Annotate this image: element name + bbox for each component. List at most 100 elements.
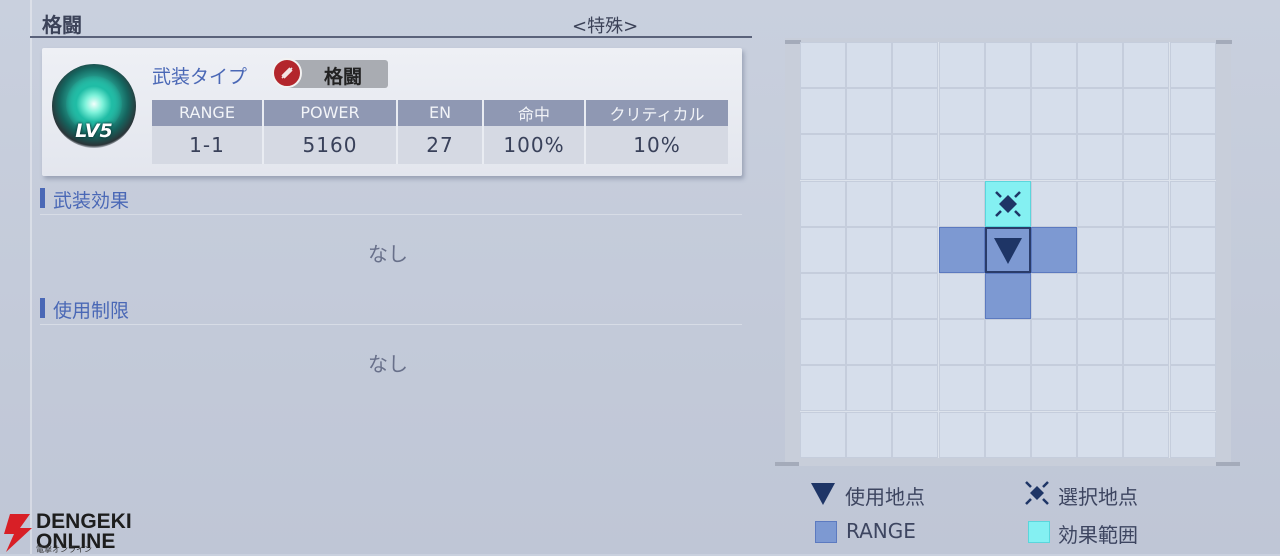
grid-cell[interactable] <box>892 42 939 88</box>
grid-cell[interactable] <box>1031 411 1077 458</box>
grid-cell[interactable] <box>1031 365 1077 412</box>
grid-cell[interactable] <box>892 226 939 273</box>
grid-cell[interactable] <box>1077 226 1124 273</box>
grid-cell-select-point[interactable] <box>984 180 1031 227</box>
grid-cell[interactable] <box>938 273 985 319</box>
grid-cell[interactable] <box>938 319 985 366</box>
grid-cell-range[interactable] <box>1031 226 1077 273</box>
grid-cell[interactable] <box>984 134 1031 181</box>
effect-section-value: なし <box>368 242 408 266</box>
grid-cell[interactable] <box>984 365 1031 412</box>
grid-cell[interactable] <box>1169 273 1216 319</box>
panel-edge <box>30 0 32 554</box>
grid-cell[interactable] <box>1077 180 1124 227</box>
grid-cell[interactable] <box>846 226 893 273</box>
grid-cell[interactable] <box>938 42 985 88</box>
grid-cell[interactable] <box>938 134 985 181</box>
grid-cell[interactable] <box>1169 180 1216 227</box>
grid-cell[interactable] <box>984 411 1031 458</box>
legend-effect-area-label: 効果範囲 <box>1058 523 1138 547</box>
watermark-brand-line1: DENGEKI <box>36 510 132 533</box>
grid-cell[interactable] <box>1031 88 1077 135</box>
grid-cell[interactable] <box>1077 42 1124 88</box>
grid-cell[interactable] <box>892 88 939 135</box>
grid-cell[interactable] <box>846 273 893 319</box>
grid-cell[interactable] <box>1077 134 1124 181</box>
grid-cell[interactable] <box>1123 226 1170 273</box>
grid-cell[interactable] <box>1031 134 1077 181</box>
grid-cell-range[interactable] <box>984 273 1031 319</box>
stat-header-critical: クリティカル <box>586 100 728 126</box>
dengeki-logo-icon <box>2 514 36 552</box>
restriction-section-title: 使用制限 <box>53 300 130 322</box>
grid-cell[interactable] <box>800 42 846 88</box>
stats-header-row: RANGE POWER EN 命中 クリティカル <box>152 100 728 126</box>
grid-cell[interactable] <box>846 411 893 458</box>
grid-cell[interactable] <box>800 180 846 227</box>
grid-cell[interactable] <box>800 365 846 412</box>
grid-cell[interactable] <box>1169 411 1216 458</box>
grid-cell[interactable] <box>892 180 939 227</box>
grid-cell[interactable] <box>984 319 1031 366</box>
grid-cell[interactable] <box>846 134 893 181</box>
grid-cell[interactable] <box>1123 273 1170 319</box>
grid-cell[interactable] <box>1123 180 1170 227</box>
header-divider <box>30 36 752 38</box>
grid-cell[interactable] <box>846 365 893 412</box>
grid-cell-use-point[interactable] <box>984 226 1031 273</box>
grid-cell[interactable] <box>1123 411 1170 458</box>
grid-cell[interactable] <box>892 273 939 319</box>
grid-cell[interactable] <box>938 411 985 458</box>
grid-cell[interactable] <box>1169 226 1216 273</box>
grid-cell[interactable] <box>846 42 893 88</box>
grid-cell[interactable] <box>892 134 939 181</box>
grid-cell[interactable] <box>1123 319 1170 366</box>
grid-cell[interactable] <box>892 319 939 366</box>
grid-cell[interactable] <box>1031 180 1077 227</box>
grid-cell[interactable] <box>1123 42 1170 88</box>
grid-cell[interactable] <box>1169 319 1216 366</box>
grid-cell[interactable] <box>1169 134 1216 181</box>
grid-cell[interactable] <box>1123 88 1170 135</box>
grid-cell[interactable] <box>846 180 893 227</box>
grid-cell[interactable] <box>892 411 939 458</box>
weapon-name: 格闘 <box>42 13 82 37</box>
grid-cell[interactable] <box>1077 273 1124 319</box>
grid-cell[interactable] <box>800 319 846 366</box>
use-point-marker-icon <box>993 237 1022 264</box>
grid-cell[interactable] <box>892 365 939 412</box>
grid-cell-range[interactable] <box>938 226 985 273</box>
grid-cell[interactable] <box>846 319 893 366</box>
grid-cell[interactable] <box>1031 273 1077 319</box>
grid-cell[interactable] <box>1077 365 1124 412</box>
level-label: LV5 <box>75 120 113 142</box>
grid-cell[interactable] <box>1169 42 1216 88</box>
grid-cell[interactable] <box>938 365 985 412</box>
grid-cell[interactable] <box>1077 411 1124 458</box>
grid-cell[interactable] <box>1077 88 1124 135</box>
stat-value-range: 1-1 <box>152 125 264 164</box>
grid-cell[interactable] <box>800 88 846 135</box>
grid-corner-tick <box>775 462 799 466</box>
grid-cell[interactable] <box>938 180 985 227</box>
grid-cell[interactable] <box>938 88 985 135</box>
special-tag: <特殊> <box>572 16 639 37</box>
grid-cell[interactable] <box>846 88 893 135</box>
grid-cell[interactable] <box>1123 365 1170 412</box>
grid-cell[interactable] <box>1169 365 1216 412</box>
grid-cell[interactable] <box>984 42 1031 88</box>
section-divider <box>40 324 742 325</box>
grid-cell[interactable] <box>800 411 846 458</box>
grid-cell[interactable] <box>800 273 846 319</box>
grid-cell[interactable] <box>984 88 1031 135</box>
grid-cell[interactable] <box>800 226 846 273</box>
grid-cell[interactable] <box>1077 319 1124 366</box>
legend-range-label: RANGE <box>846 519 916 543</box>
grid-cell[interactable] <box>800 134 846 181</box>
grid-cell[interactable] <box>1031 42 1077 88</box>
grid-cell[interactable] <box>1031 319 1077 366</box>
grid-cell[interactable] <box>1169 88 1216 135</box>
watermark-sub: 電撃オンライン <box>36 545 92 554</box>
grid-cell[interactable] <box>1123 134 1170 181</box>
grid-corner-tick <box>1216 462 1240 466</box>
